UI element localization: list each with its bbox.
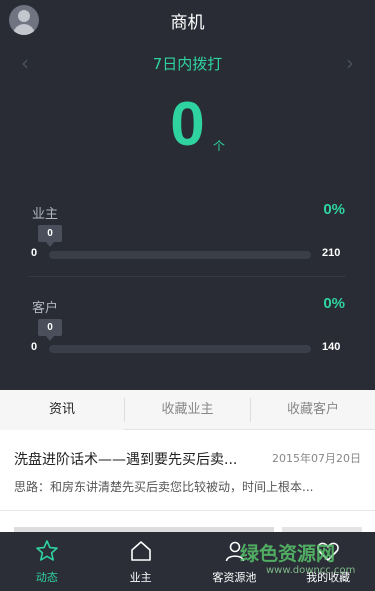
watermark-url: www.downcc.com [266,565,356,576]
stat-progress-track [49,345,311,353]
stat-label: 客户 [32,301,59,316]
stat-label: 业主 [32,207,59,222]
tab-saved-owners[interactable]: 收藏业主 [125,390,250,430]
tab-news[interactable]: 资讯 [0,390,124,430]
period-label: 7日内拨打 [152,55,223,73]
stat-percent: 0% [323,295,345,312]
chevron-right-icon[interactable]: › [339,52,361,74]
stat-min: 0 [31,341,38,353]
header: 商机 [0,0,375,40]
tab-bar: 资讯 收藏业主 收藏客户 [0,390,375,430]
watermark: 绿色资源网 www.downcc.com [240,539,372,587]
stat-progress-track [49,251,311,259]
tab-saved-customers[interactable]: 收藏客户 [251,390,375,430]
stat-max: 140 [322,341,341,353]
nav-label: 动态 [35,571,58,584]
page-title: 商机 [170,13,205,33]
news-summary: 思路：和房东讲清楚先买后卖您比较被动，时间上根本... [14,480,314,494]
total-count: 0 [170,90,205,159]
stats-panel: 商机 ‹ 7日内拨打 › 0 个 业主 0% 0 0 210 客户 0% 0 0… [0,0,375,390]
news-title: 洗盘进阶话术——遇到要先买后卖... [14,452,238,468]
nav-dynamics[interactable]: 动态 [0,532,94,591]
nav-owners[interactable]: 业主 [94,532,188,591]
stat-max: 210 [322,247,341,259]
total-unit: 个 [213,139,226,153]
stat-owner: 业主 0% 0 0 210 [0,201,375,283]
period-selector: ‹ 7日内拨打 › [0,48,375,78]
stat-current-bubble: 0 [38,225,62,247]
star-icon [36,540,58,561]
stat-percent: 0% [323,201,345,218]
divider [28,276,346,277]
home-icon [130,541,151,561]
stat-current-bubble: 0 [38,319,62,341]
news-item[interactable]: 洗盘进阶话术——遇到要先买后卖... 2015年07月20日 思路：和房东讲清楚… [0,431,375,511]
stat-customer: 客户 0% 0 0 140 [0,295,375,377]
watermark-text: 绿色资源网 [240,543,336,565]
news-date: 2015年07月20日 [272,452,361,465]
stat-min: 0 [31,247,38,259]
nav-label: 业主 [129,571,152,584]
